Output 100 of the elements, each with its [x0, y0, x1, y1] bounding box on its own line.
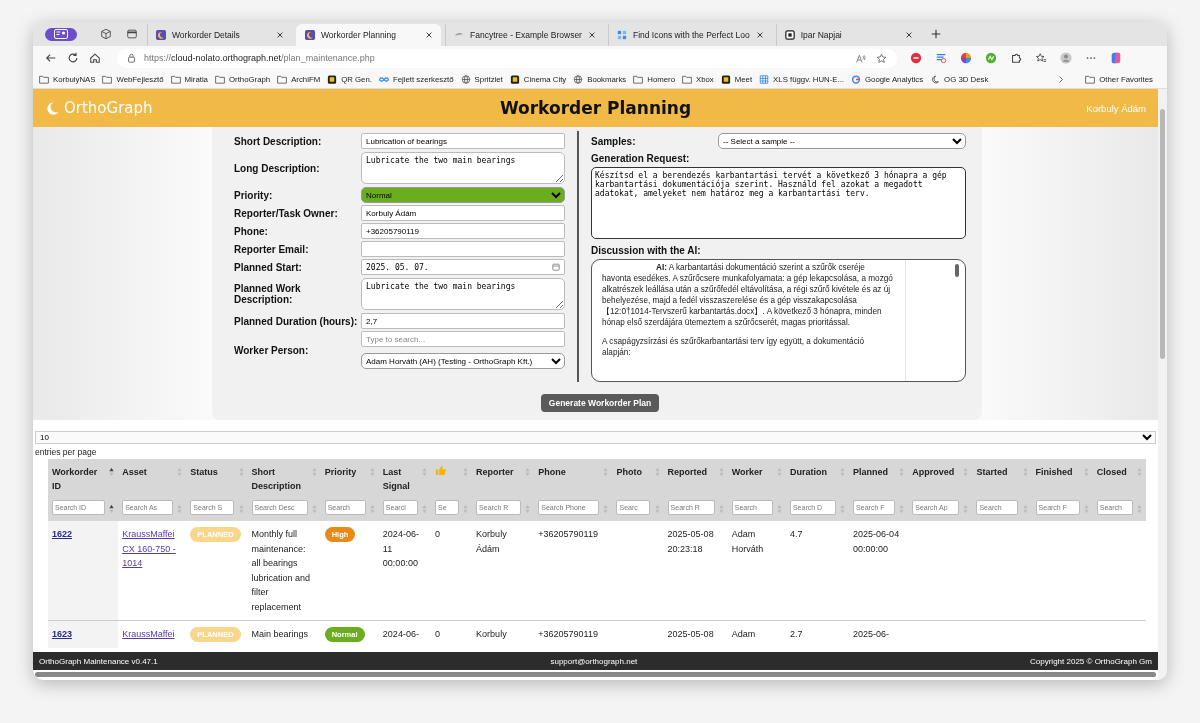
field-label: Discussion with the AI: [591, 245, 702, 256]
chevron-icon[interactable] [1058, 74, 1065, 84]
sort-icon[interactable] [109, 503, 115, 514]
column-header[interactable]: Planned [849, 459, 909, 497]
text-area[interactable]: Lubricate the two main bearings [361, 152, 566, 184]
text-area[interactable]: Lubricate the two main bearings [361, 278, 566, 310]
back-icon[interactable] [45, 52, 57, 64]
folder-icon [214, 74, 225, 84]
support-email[interactable]: support@orthograph.net [550, 656, 638, 666]
folder-icon [1085, 74, 1096, 84]
page-size-select[interactable]: 10 [35, 431, 1156, 444]
brand-name: OrthoGraph [64, 99, 153, 117]
tab-title: Ipar Napjai [800, 30, 843, 40]
column-header[interactable]: Last Signal [378, 459, 431, 497]
tab-title: Fancytree - Example Browser [470, 30, 582, 40]
home-icon[interactable] [89, 52, 101, 64]
column-header[interactable]: Closed [1092, 459, 1146, 497]
grid-icon [759, 74, 770, 84]
column-header[interactable]: Reported [663, 459, 728, 497]
text-field[interactable]: Korbuly Ádám [361, 205, 566, 221]
field-label: Generation Request: [591, 153, 691, 164]
table-cell: 0 [435, 629, 440, 639]
column-header[interactable]: Priority [320, 459, 379, 497]
asset-link[interactable]: KraussMaffei [122, 627, 183, 642]
profile-button[interactable] [45, 27, 77, 41]
priority-select[interactable]: Normal [361, 187, 566, 203]
folder-icon [170, 74, 181, 84]
column-header[interactable]: Asset [118, 459, 187, 497]
color-wheel-icon[interactable] [960, 52, 972, 64]
column-header[interactable]: Photo [612, 459, 664, 497]
address-bar[interactable]: https://cloud-nolato.orthograph.net/plan_maintenance.php [117, 48, 897, 68]
square-icon [784, 30, 795, 40]
text-area[interactable]: Készítsd el a berendezés karbantartási tervét a következő 3 hónapra a gép karbantartási dokumentációja szerint. Használd fel azokat a megadott adatokat, amelyeket nem határoz meg a karbantartási terv. [591, 167, 966, 239]
window-icon[interactable] [126, 28, 138, 40]
worker-select[interactable]: Adam Horváth (AH) (Testing - OrthoGraph Kft.) [361, 353, 566, 369]
zigzag-badge-icon[interactable] [985, 52, 997, 64]
chat-message: A csapágyzsírzási és szűrőkarbantartási terv így együtt, a dokumentáció alapján: [602, 336, 866, 358]
column-header[interactable]: Status [186, 459, 248, 497]
close-icon[interactable] [425, 31, 433, 39]
favorites-icon[interactable] [1035, 52, 1047, 64]
table-cell: Adam Horváth [731, 529, 764, 554]
column-header[interactable]: Reporter [472, 459, 535, 497]
table-cell: 2.7 [789, 629, 803, 639]
close-icon[interactable] [755, 31, 764, 39]
date-field[interactable]: 2025. 05. 07. [361, 259, 566, 275]
copyright-text: Copyright 2025 © OrthoGraph Gm [1030, 656, 1152, 666]
workorder-link[interactable]: 1623 [52, 629, 73, 639]
samples-select[interactable]: -- Select a sample -- [718, 133, 966, 149]
field-label: Planned Duration (hours): [234, 315, 359, 327]
text-field[interactable]: 2,7 [361, 313, 566, 329]
browser-tab[interactable]: Workorder Planning [296, 24, 441, 46]
text-field[interactable] [361, 241, 566, 257]
moon-logo-icon [45, 100, 60, 116]
column-header[interactable]: Workorder ID [48, 459, 119, 497]
generate-button[interactable]: Generate Workorder Plan [540, 394, 660, 412]
search-field[interactable]: Type to search... [361, 331, 566, 347]
reload-icon[interactable] [67, 52, 79, 64]
column-header[interactable]: Short Description [247, 459, 321, 497]
table-cell: +36205790119 [538, 629, 598, 639]
table-cell: Korbuly Ádám [476, 529, 507, 554]
column-header[interactable]: Approved [908, 459, 973, 497]
folder-icon [39, 74, 49, 84]
column-header[interactable]: Worker [727, 459, 786, 497]
close-icon[interactable] [904, 31, 913, 39]
read-aloud-icon[interactable] [855, 52, 866, 64]
close-icon[interactable] [276, 31, 284, 39]
table-cell: 4.7 [789, 529, 803, 539]
table-cell: 2025-05-08 20:23:18 [667, 529, 714, 554]
calendar-icon[interactable] [552, 263, 561, 271]
table-cell: Main bearings [251, 629, 309, 639]
table-cell: Adam [731, 629, 756, 639]
puzzle-icon[interactable] [1010, 52, 1022, 64]
asset-link[interactable]: KraussMaffei CX 160-750 - 1014 [122, 527, 183, 571]
page-title: Workorder Planning [498, 98, 693, 118]
column-header[interactable]: Started [972, 459, 1032, 497]
star-icon[interactable] [876, 52, 887, 64]
workorder-link[interactable]: 1622 [52, 529, 73, 539]
scrollbar-thumb[interactable] [1160, 109, 1165, 359]
cube-icon[interactable] [100, 28, 112, 40]
field-label: Long Description: [234, 162, 321, 174]
table-cell: +36205790119 [538, 529, 598, 539]
circle-icon [851, 74, 862, 84]
close-icon[interactable] [587, 31, 596, 39]
text-field[interactable]: +36205790119 [361, 223, 566, 239]
url-text: https://cloud-nolato.orthograph.net/plan_maintenance.php [144, 53, 376, 63]
text-field[interactable]: Lubrication of bearings [361, 133, 566, 149]
scrollbar-thumb[interactable] [955, 264, 959, 277]
copilot-icon[interactable] [1110, 52, 1122, 64]
field-label: Priority: [234, 189, 274, 201]
stop-sign-icon[interactable] [910, 52, 922, 64]
list-icon[interactable] [935, 52, 947, 64]
avatar-icon[interactable] [1060, 52, 1072, 64]
column-header[interactable]: Duration [785, 459, 850, 497]
horizontal-scrollbar[interactable] [35, 672, 1156, 677]
plus-icon[interactable] [929, 28, 942, 40]
sort-icon[interactable] [109, 467, 115, 477]
square-icon [720, 74, 731, 84]
column-header[interactable]: Phone [534, 459, 613, 497]
column-header[interactable]: Finished [1031, 459, 1093, 497]
field-label: Reporter/Task Owner: [234, 207, 339, 219]
